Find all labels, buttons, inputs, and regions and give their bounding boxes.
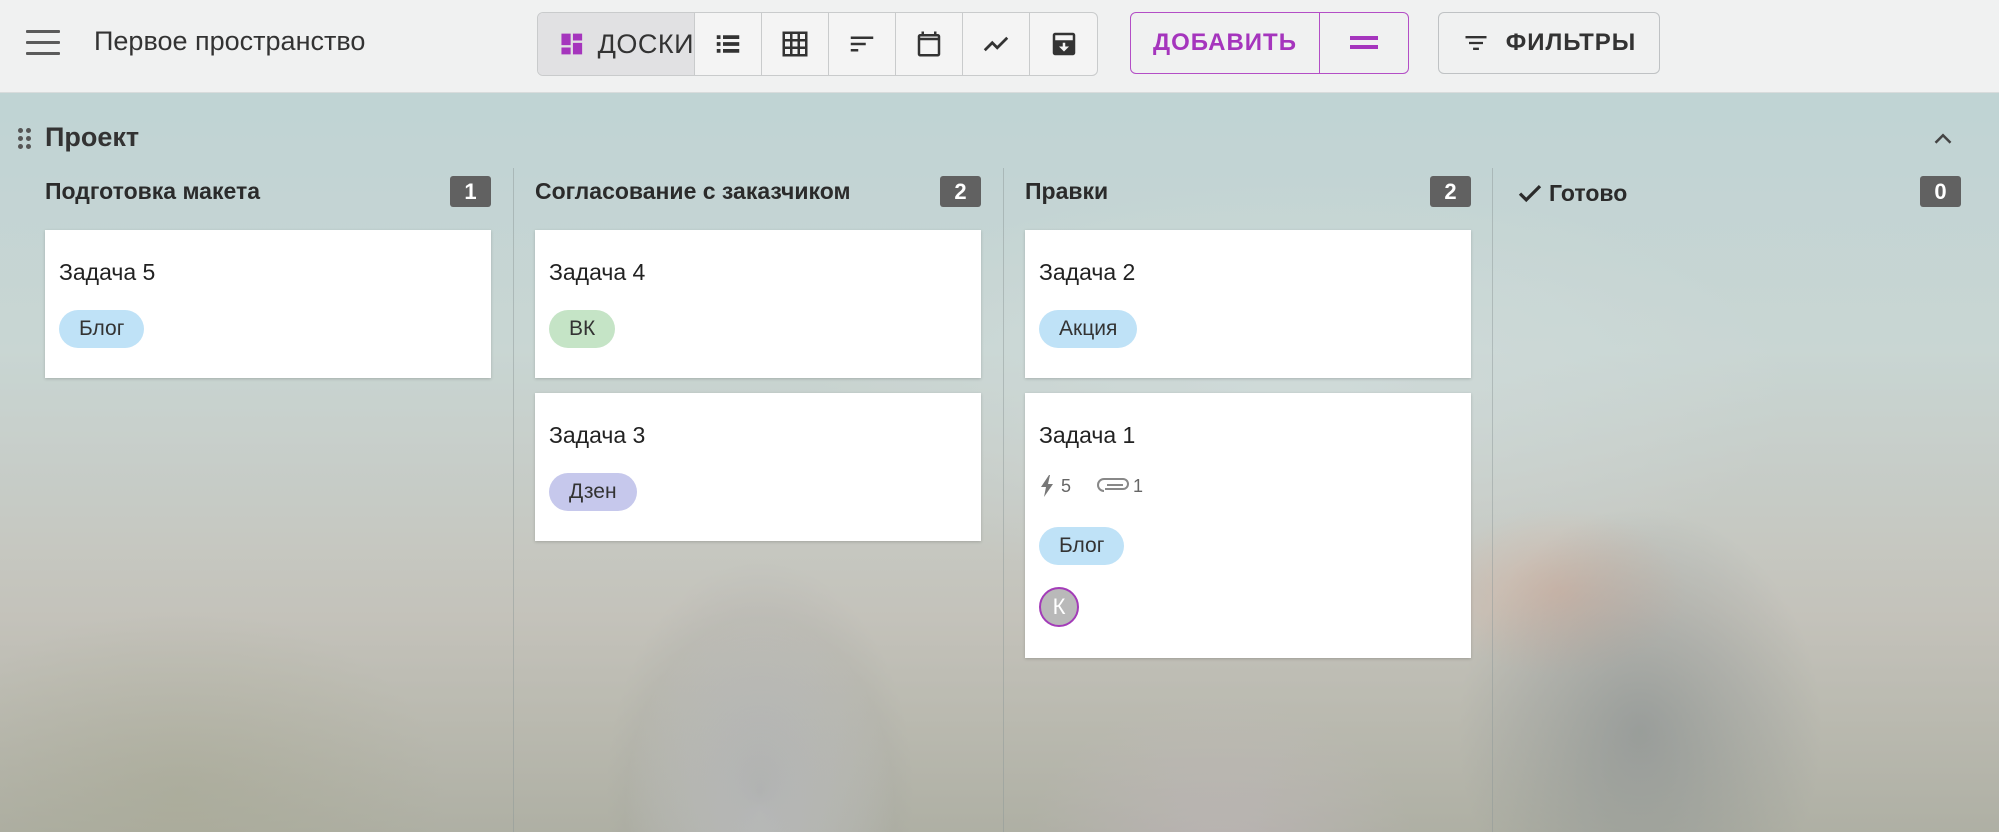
task-title: Задача 1 <box>1039 422 1136 448</box>
checkmark-icon <box>1518 184 1542 203</box>
add-options-button[interactable] <box>1320 13 1408 73</box>
task-card[interactable]: Задача 3 Дзен <box>535 393 981 541</box>
trend-chart-icon <box>983 36 1009 52</box>
lightning-icon <box>1041 475 1053 497</box>
view-switcher: ДОСКИ <box>537 12 1098 76</box>
attachments-count: 1 <box>1133 475 1144 496</box>
column-count-badge: 2 <box>1430 176 1471 207</box>
dashboard-icon <box>561 33 583 55</box>
attachments-indicator: 1 <box>1097 476 1143 497</box>
tag-chip[interactable]: Блог <box>1039 527 1125 565</box>
task-meta: 5 1 <box>1039 475 1169 497</box>
column-count-badge: 2 <box>940 176 981 207</box>
column-count-badge: 1 <box>450 176 491 207</box>
column-title: Согласование с заказчиком <box>535 178 851 204</box>
column-divider <box>1003 168 1004 832</box>
space-title: Первое пространство <box>94 26 366 56</box>
task-title: Задача 5 <box>59 259 156 285</box>
column-title: Подготовка макета <box>45 178 261 204</box>
column-divider <box>1492 168 1493 832</box>
column-title: Правки <box>1025 178 1109 204</box>
task-card[interactable]: Задача 1 5 1 Блог К <box>1025 393 1471 658</box>
view-calendar-button[interactable] <box>896 13 963 75</box>
drag-handle-icon[interactable] <box>18 128 32 150</box>
gantt-sort-icon <box>850 36 874 52</box>
add-button-label: ДОБАВИТЬ <box>1153 29 1297 56</box>
view-gantt-button[interactable] <box>829 13 896 75</box>
project-header: Проект <box>10 112 1990 162</box>
view-table-button[interactable] <box>762 13 829 75</box>
menu-icon[interactable] <box>26 30 60 56</box>
add-button[interactable]: ДОБАВИТЬ <box>1131 13 1320 73</box>
column-title: Готово <box>1549 179 1628 206</box>
view-boards-label: ДОСКИ <box>597 28 694 59</box>
assignee-avatar[interactable]: К <box>1039 587 1079 627</box>
task-card[interactable]: Задача 4 ВК <box>535 230 981 378</box>
grid-table-icon <box>782 31 808 57</box>
archive-icon <box>1052 32 1075 56</box>
collapse-button[interactable] <box>1928 124 1958 154</box>
filters-button-label: ФИЛЬТРЫ <box>1505 29 1637 56</box>
calendar-icon <box>917 31 941 57</box>
chevron-up-icon <box>1934 133 1952 144</box>
priority-indicator: 5 <box>1039 475 1071 497</box>
list-icon <box>716 35 740 53</box>
column-divider <box>513 168 514 832</box>
priority-value: 5 <box>1061 475 1072 496</box>
column-count-badge: 0 <box>1920 176 1961 207</box>
tag-chip[interactable]: Блог <box>59 310 145 348</box>
filter-icon <box>1465 36 1487 50</box>
paperclip-icon <box>1097 478 1129 492</box>
tag-chip[interactable]: ВК <box>549 310 616 348</box>
project-title: Проект <box>45 122 140 152</box>
equals-icon <box>1350 36 1378 49</box>
add-button-group: ДОБАВИТЬ <box>1130 12 1409 74</box>
view-boards-button[interactable]: ДОСКИ <box>538 13 695 75</box>
view-archive-button[interactable] <box>1030 13 1097 75</box>
task-card[interactable]: Задача 2 Акция <box>1025 230 1471 378</box>
tag-chip[interactable]: Дзен <box>549 473 637 511</box>
task-title: Задача 2 <box>1039 259 1136 285</box>
filters-button[interactable]: ФИЛЬТРЫ <box>1438 12 1660 74</box>
task-title: Задача 4 <box>549 259 646 285</box>
task-card[interactable]: Задача 5 Блог <box>45 230 491 378</box>
task-title: Задача 3 <box>549 422 646 448</box>
column-title-wrap: Готово <box>1515 178 1627 208</box>
top-bar: Первое пространство ДОСКИ ДОБАВИТЬ ФИЛЬТ… <box>0 0 1999 93</box>
background-overlay <box>0 92 1999 832</box>
view-list-button[interactable] <box>695 13 762 75</box>
view-chart-button[interactable] <box>963 13 1030 75</box>
tag-chip[interactable]: Акция <box>1039 310 1138 348</box>
